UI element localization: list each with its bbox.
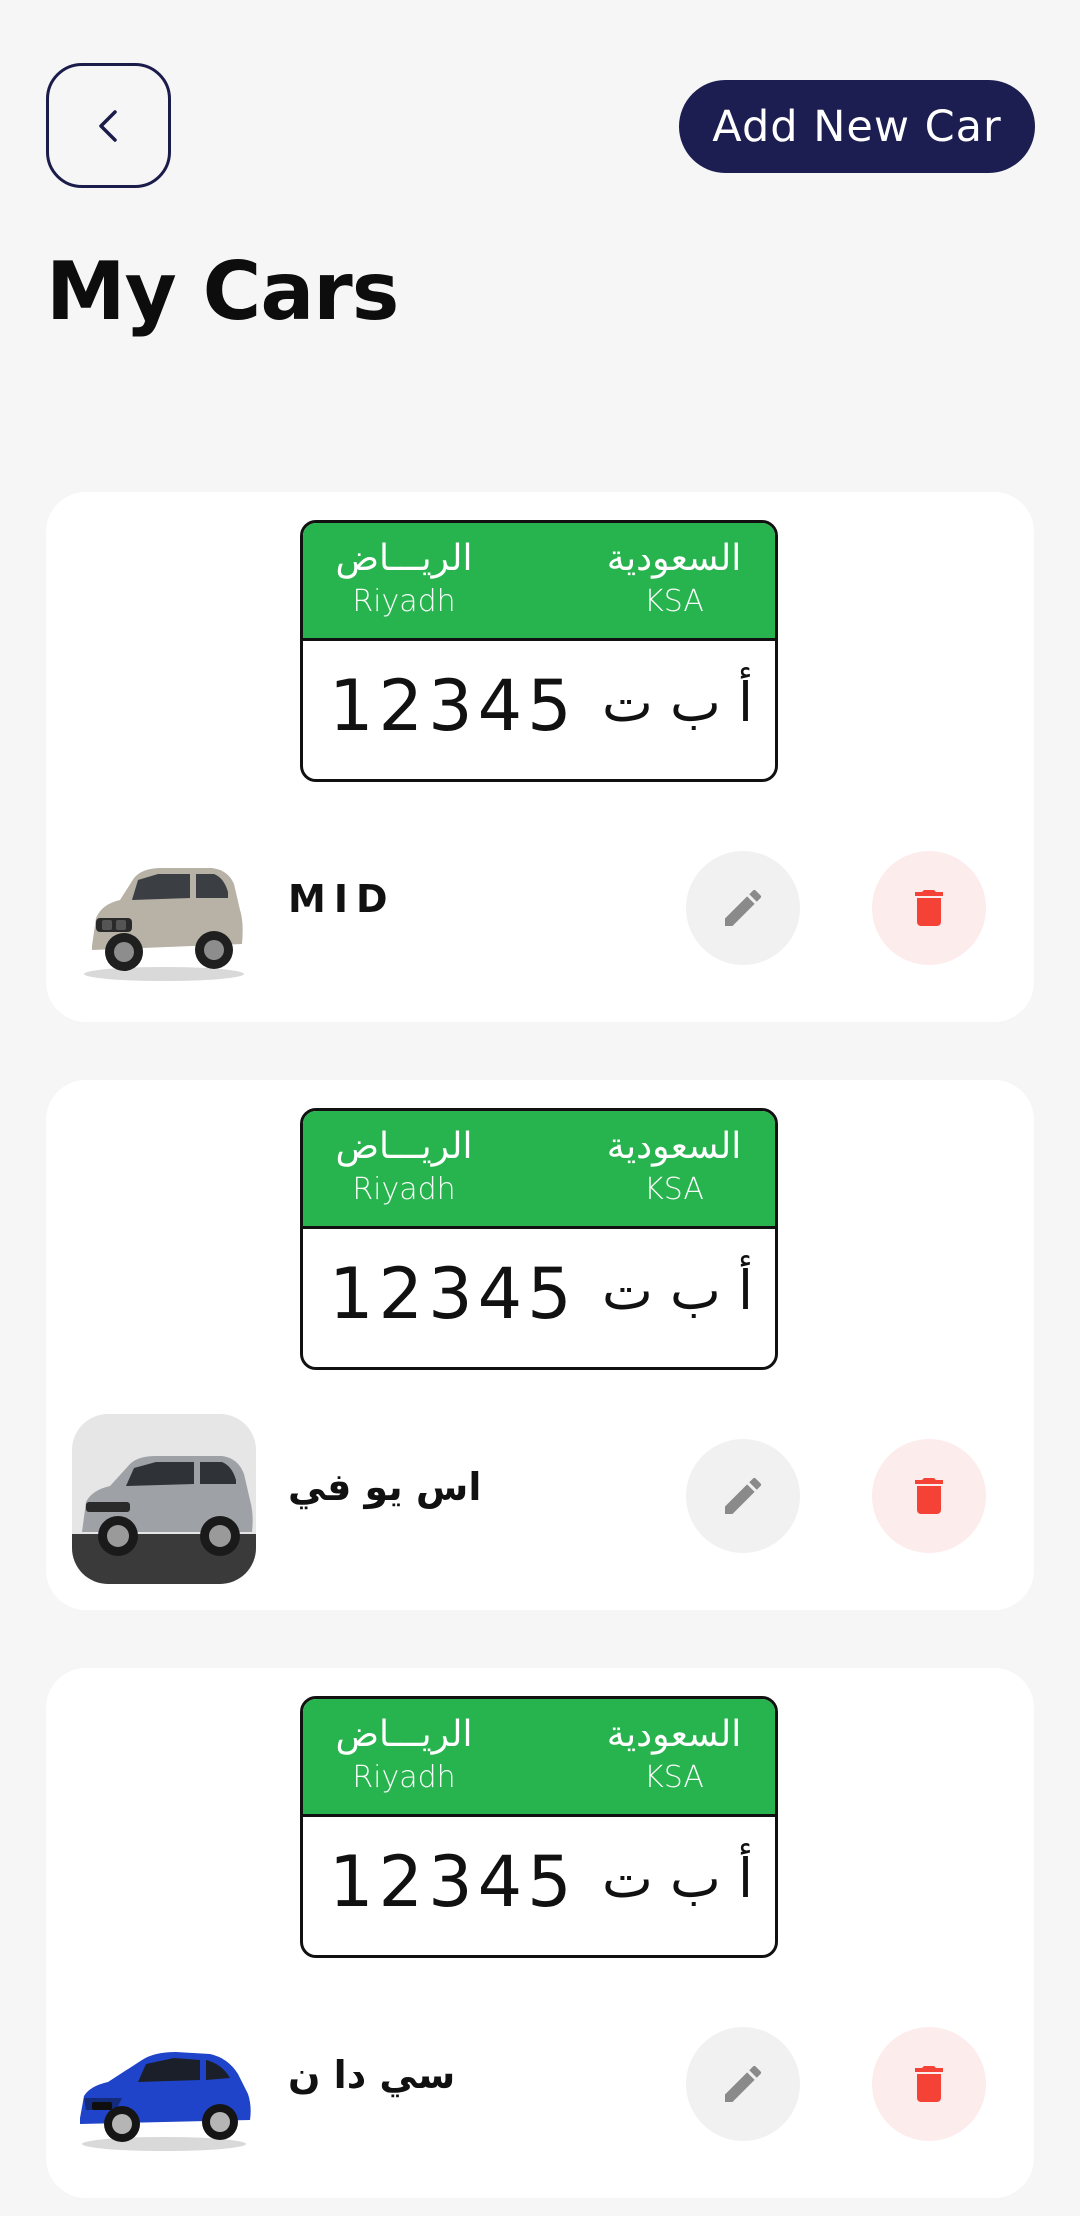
plate-country-ar: السعودية [606,1126,742,1167]
delete-car-button[interactable] [872,851,986,965]
car-card: الريـــاض Riyadh السعودية KSA 12345 أ ب … [46,492,1034,1022]
plate-header: الريـــاض Riyadh السعودية KSA [303,523,775,641]
plate-header: الريـــاض Riyadh السعودية KSA [303,1111,775,1229]
page-title: My Cars [46,245,399,338]
plate-country-en: KSA [644,584,704,619]
plate-country-ar: السعودية [606,1714,742,1755]
edit-car-button[interactable] [686,851,800,965]
car-thumbnail [72,826,256,996]
plate-header: الريـــاض Riyadh السعودية KSA [303,1699,775,1817]
delete-car-button[interactable] [872,2027,986,2141]
car-name: MID [288,877,396,921]
license-plate: الريـــاض Riyadh السعودية KSA 12345 أ ب … [300,520,778,782]
car-card: الريـــاض Riyadh السعودية KSA 12345 أ ب … [46,1080,1034,1610]
plate-country-en: KSA [644,1760,704,1795]
license-plate: الريـــاض Riyadh السعودية KSA 12345 أ ب … [300,1696,778,1958]
pencil-icon [725,1477,762,1514]
edit-car-button[interactable] [686,2027,800,2141]
plate-city-en: Riyadh [352,1172,456,1207]
car-thumbnail [72,1414,256,1584]
plate-city-ar: الريـــاض [335,1126,473,1167]
plate-letters: أ ب ت [601,1847,753,1910]
license-plate: الريـــاض Riyadh السعودية KSA 12345 أ ب … [300,1108,778,1370]
plate-city-en: Riyadh [352,584,456,619]
car-thumbnail [72,2002,256,2172]
delete-car-button[interactable] [872,1439,986,1553]
sedan-car-image [80,2052,251,2151]
plate-country-ar: السعودية [606,538,742,579]
chevron-left-icon [98,109,117,142]
suv-car-image [84,868,244,981]
plate-letters: أ ب ت [601,671,753,734]
plate-number: 12345 [329,665,577,747]
trash-icon [915,890,943,926]
plate-city-ar: الريـــاض [335,538,473,579]
plate-city-en: Riyadh [352,1760,456,1795]
plate-number: 12345 [329,1253,577,1335]
pencil-icon [725,2065,762,2102]
edit-car-button[interactable] [686,1439,800,1553]
trash-icon [915,1478,943,1514]
back-button[interactable] [46,63,171,188]
trash-icon [915,2066,943,2102]
plate-city-ar: الريـــاض [335,1714,473,1755]
car-name: سي دا ن [288,2053,456,2097]
add-new-car-button[interactable]: Add New Car [679,80,1035,173]
car-card: الريـــاض Riyadh السعودية KSA 12345 أ ب … [46,1668,1034,2198]
pencil-icon [725,889,762,926]
car-name: اس يو في [288,1465,482,1509]
my-cars-screen: Add New Car My Cars الريـــاض Riyadh الس… [0,0,1080,2216]
plate-country-en: KSA [644,1172,704,1207]
plate-number: 12345 [329,1841,577,1923]
plate-letters: أ ب ت [601,1259,753,1322]
range-rover-image [72,1414,256,1584]
